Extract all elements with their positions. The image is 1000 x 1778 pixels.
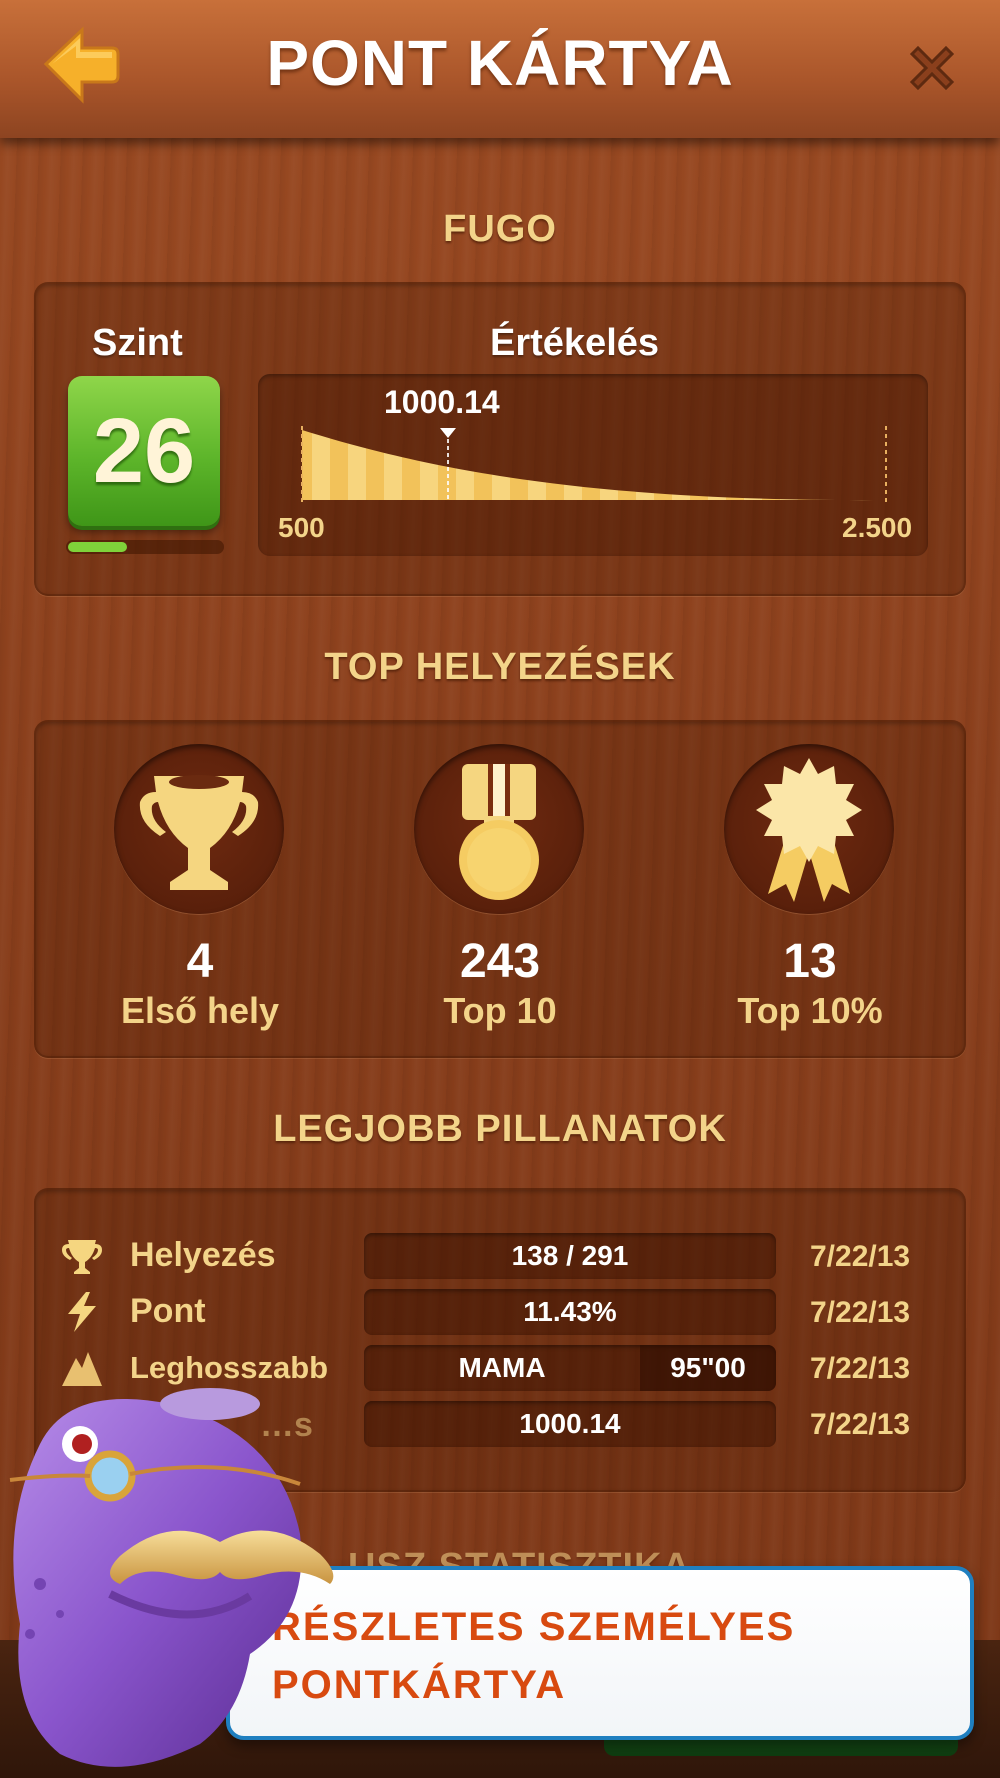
close-icon	[909, 45, 955, 91]
row-label-score: Pont	[130, 1292, 206, 1330]
first-place-label: Első hely	[120, 990, 280, 1031]
rating-graph	[258, 374, 928, 556]
longest-date: 7/22/13	[810, 1352, 911, 1385]
rating-value: 1000.14	[384, 384, 500, 420]
close-button[interactable]	[904, 40, 960, 96]
trophy-icon	[139, 775, 259, 890]
level-progress-fill	[68, 542, 127, 552]
row-label-placement: Helyezés	[130, 1236, 276, 1274]
first-place-count: 4	[186, 935, 214, 988]
top10-percent-count: 13	[783, 935, 837, 988]
mascot-character-icon	[9, 1388, 334, 1767]
top-placements-title: TOP HELYEZÉSEK	[324, 646, 676, 688]
longest-word-points: 95"00	[640, 1345, 776, 1391]
rating-label: Értékelés	[490, 322, 660, 364]
top10-badge	[414, 744, 584, 914]
medal-icon	[459, 764, 539, 900]
first-place-badge	[114, 744, 284, 914]
trophy-icon	[60, 1234, 104, 1278]
top10-count: 243	[459, 935, 541, 988]
level-progress-bar	[66, 540, 224, 554]
rating-distribution-chart	[301, 426, 887, 502]
top10-percent-badge	[724, 744, 894, 914]
score-date: 7/22/13	[810, 1296, 911, 1329]
placement-date: 7/22/13	[810, 1240, 911, 1273]
top10-percent-label: Top 10%	[737, 990, 883, 1031]
player-name-title: FUGO	[443, 208, 557, 250]
top10-label: Top 10	[443, 990, 557, 1031]
rating-min-label: 500	[278, 512, 325, 543]
award-ribbon-icon	[756, 758, 862, 902]
longest-word-bar: MAMA 95"00	[364, 1345, 776, 1391]
placement-value: 138 / 291	[364, 1233, 776, 1279]
lightning-icon	[60, 1290, 104, 1334]
rating-max-label: 2.500	[842, 512, 913, 543]
row-label-longest: Leghosszabb	[130, 1350, 329, 1385]
best-moments-title: LEGJOBB PILLANATOK	[273, 1108, 727, 1150]
level-badge: 26	[68, 376, 220, 526]
rating-best-date: 7/22/13	[810, 1408, 911, 1441]
level-label: Szint	[92, 322, 183, 364]
longest-word-value: MAMA	[458, 1352, 546, 1383]
page-title: PONT KÁRTYA	[266, 27, 734, 99]
rating-best-value: 1000.14	[364, 1401, 776, 1447]
score-value: 11.43%	[364, 1289, 776, 1335]
